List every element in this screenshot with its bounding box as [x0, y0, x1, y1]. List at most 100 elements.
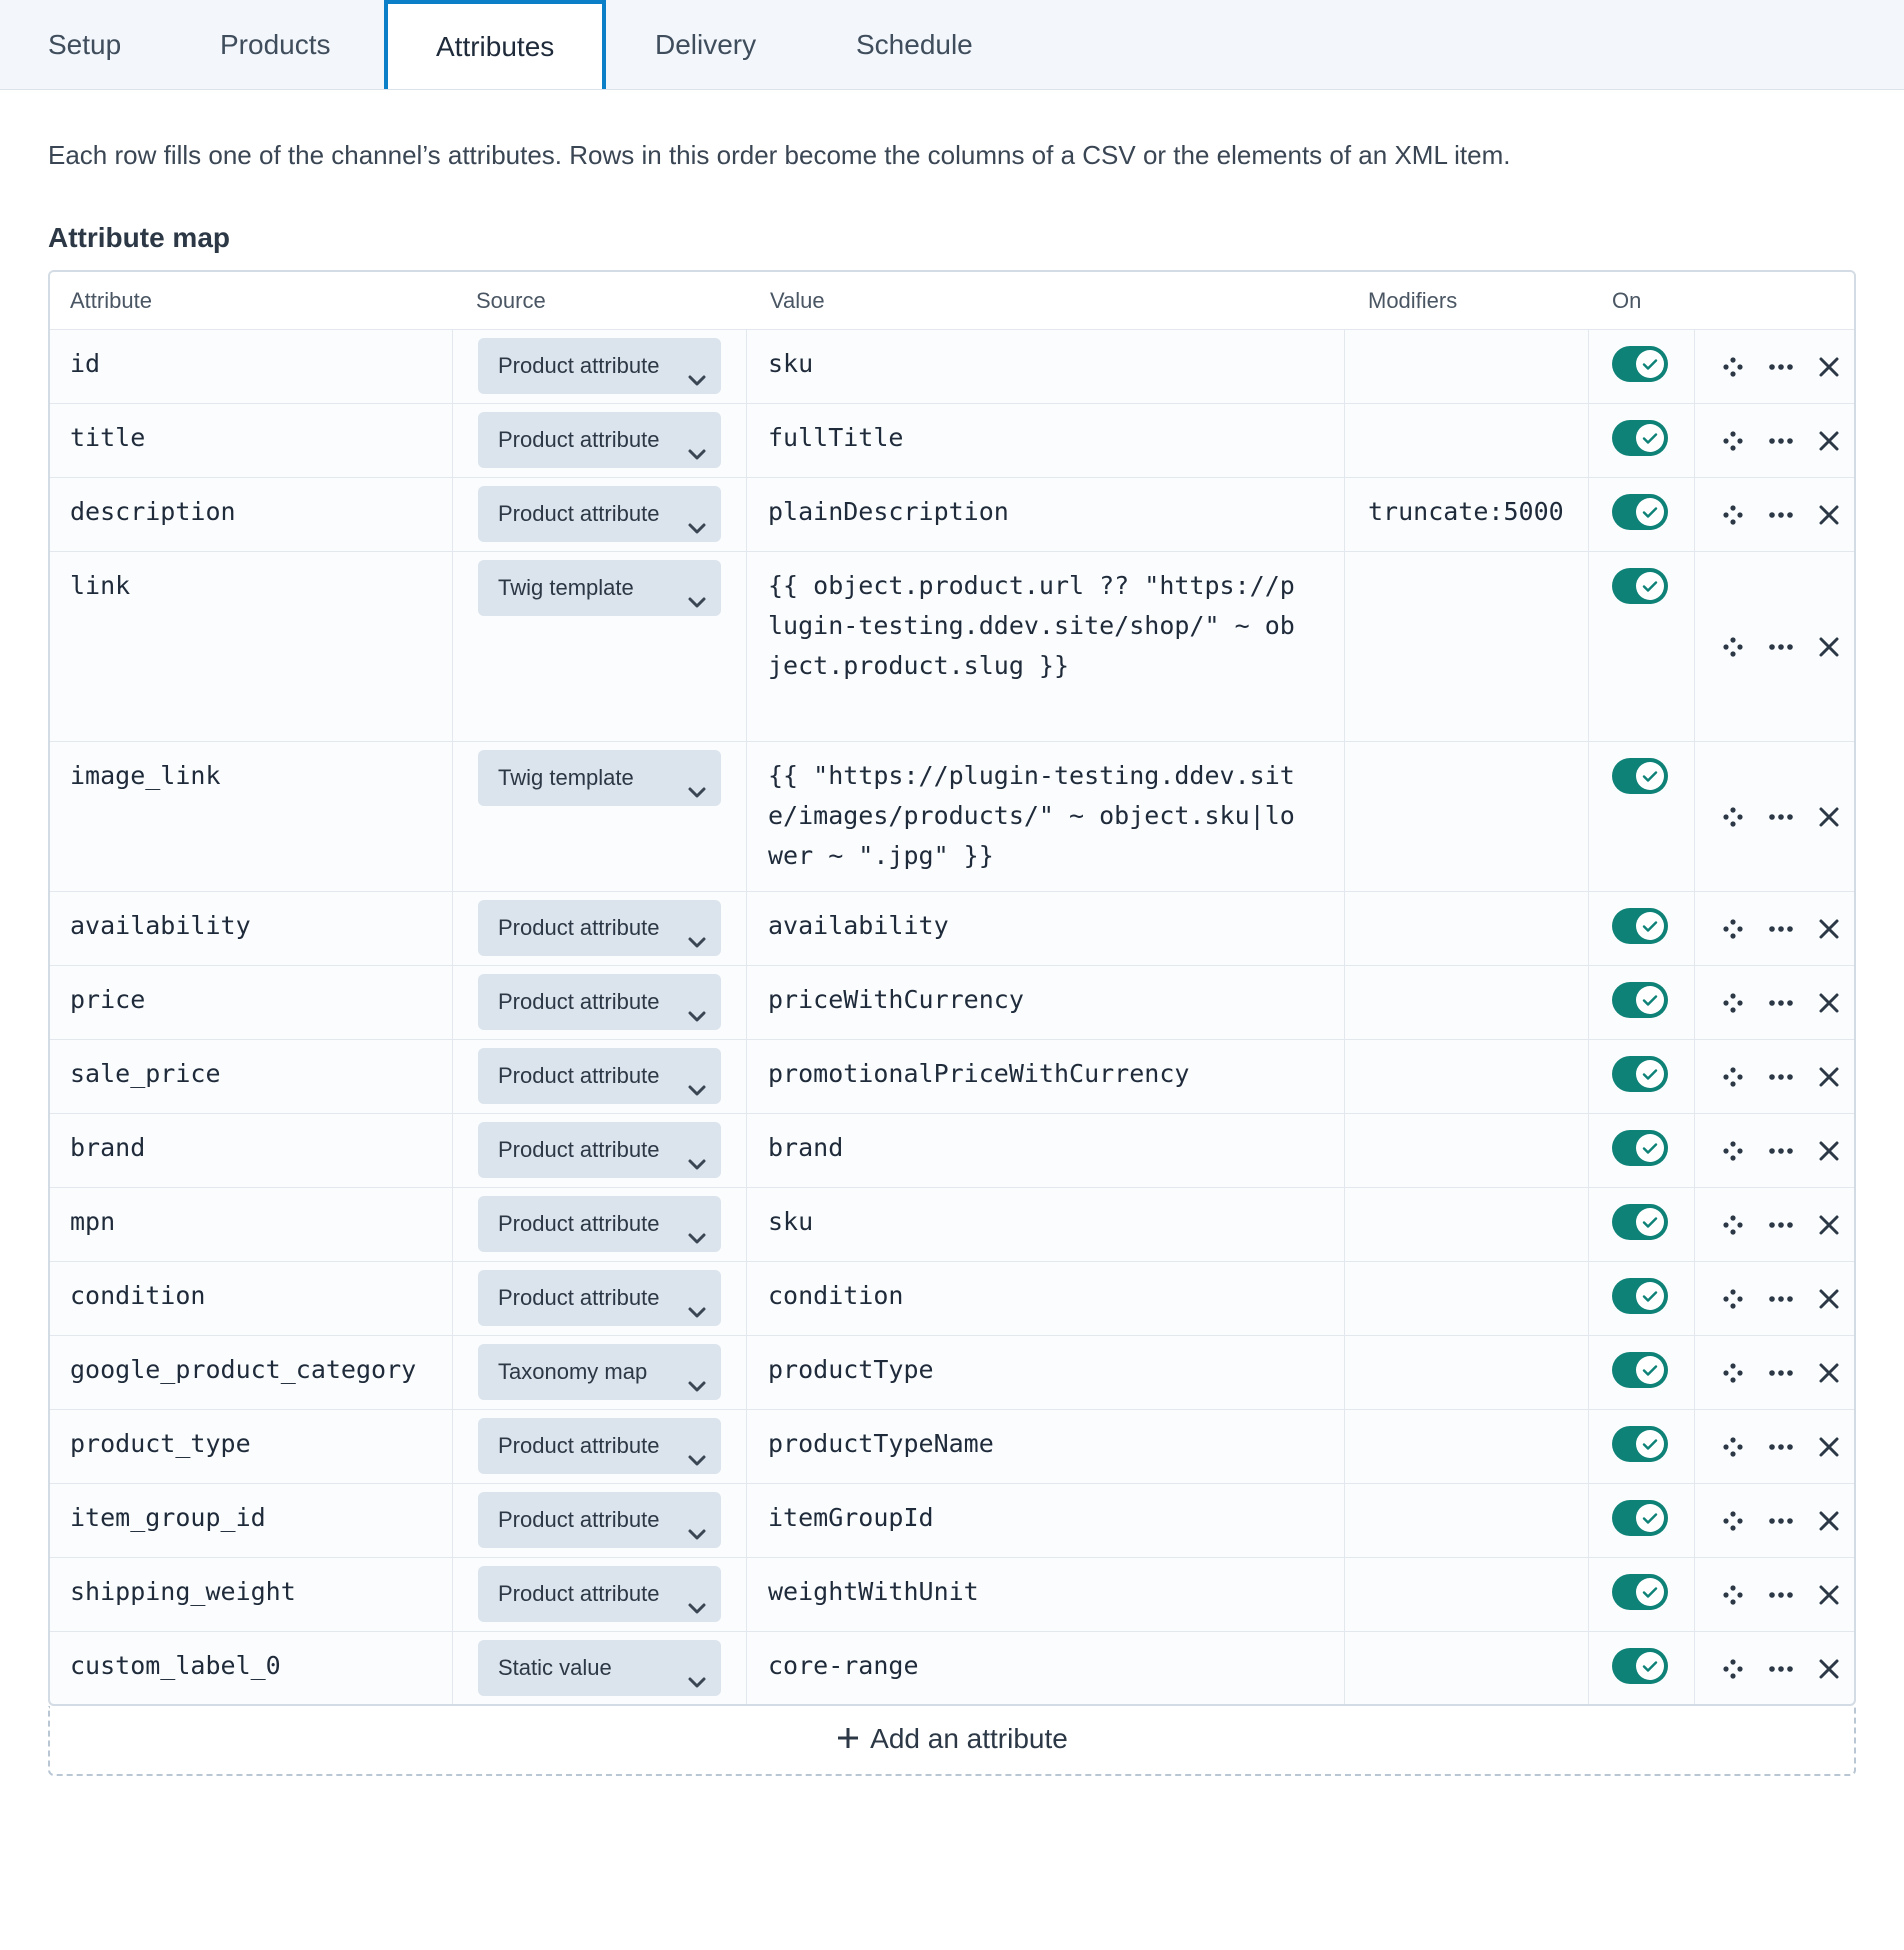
close-icon[interactable]: [1814, 352, 1844, 382]
attribute-value[interactable]: promotionalPriceWithCurrency: [768, 1040, 1308, 1094]
drag-handle-icon[interactable]: [1718, 1580, 1748, 1610]
source-select[interactable]: Taxonomy map: [478, 1344, 721, 1400]
close-icon[interactable]: [1814, 1358, 1844, 1388]
attribute-value[interactable]: fullTitle: [768, 404, 1308, 458]
enabled-toggle[interactable]: [1612, 982, 1668, 1018]
enabled-toggle[interactable]: [1612, 1352, 1668, 1388]
more-icon[interactable]: [1766, 1432, 1796, 1462]
attribute-value[interactable]: productTypeName: [768, 1410, 1308, 1464]
more-icon[interactable]: [1766, 914, 1796, 944]
enabled-toggle[interactable]: [1612, 908, 1668, 944]
close-icon[interactable]: [1814, 632, 1844, 662]
drag-handle-icon[interactable]: [1718, 988, 1748, 1018]
enabled-toggle[interactable]: [1612, 1426, 1668, 1462]
close-icon[interactable]: [1814, 1062, 1844, 1092]
drag-handle-icon[interactable]: [1718, 352, 1748, 382]
drag-handle-icon[interactable]: [1718, 802, 1748, 832]
attribute-value[interactable]: core-range: [768, 1632, 1308, 1686]
drag-handle-icon[interactable]: [1718, 1654, 1748, 1684]
more-icon[interactable]: [1766, 426, 1796, 456]
enabled-toggle[interactable]: [1612, 420, 1668, 456]
drag-handle-icon[interactable]: [1718, 1358, 1748, 1388]
attribute-value[interactable]: itemGroupId: [768, 1484, 1308, 1538]
source-select[interactable]: Twig template: [478, 750, 721, 806]
more-icon[interactable]: [1766, 1580, 1796, 1610]
close-icon[interactable]: [1814, 1654, 1844, 1684]
enabled-toggle[interactable]: [1612, 758, 1668, 794]
source-select[interactable]: Static value: [478, 1640, 721, 1696]
attribute-value[interactable]: condition: [768, 1262, 1308, 1316]
attribute-value[interactable]: weightWithUnit: [768, 1558, 1308, 1612]
enabled-toggle[interactable]: [1612, 494, 1668, 530]
drag-handle-icon[interactable]: [1718, 426, 1748, 456]
drag-handle-icon[interactable]: [1718, 1432, 1748, 1462]
enabled-toggle[interactable]: [1612, 1130, 1668, 1166]
drag-handle-icon[interactable]: [1718, 914, 1748, 944]
attribute-value[interactable]: sku: [768, 330, 1308, 384]
attribute-value[interactable]: availability: [768, 892, 1308, 946]
enabled-toggle[interactable]: [1612, 1278, 1668, 1314]
source-select[interactable]: Product attribute: [478, 412, 721, 468]
attribute-value[interactable]: sku: [768, 1188, 1308, 1242]
more-icon[interactable]: [1766, 632, 1796, 662]
close-icon[interactable]: [1814, 1506, 1844, 1536]
source-select[interactable]: Product attribute: [478, 1122, 721, 1178]
more-icon[interactable]: [1766, 500, 1796, 530]
source-select[interactable]: Product attribute: [478, 1418, 721, 1474]
tab-setup[interactable]: Setup: [0, 0, 169, 90]
drag-handle-icon[interactable]: [1718, 1284, 1748, 1314]
enabled-toggle[interactable]: [1612, 1648, 1668, 1684]
enabled-toggle[interactable]: [1612, 1056, 1668, 1092]
attribute-value[interactable]: {{ object.product.url ?? "https://plugin…: [768, 552, 1308, 686]
close-icon[interactable]: [1814, 1136, 1844, 1166]
drag-handle-icon[interactable]: [1718, 1506, 1748, 1536]
close-icon[interactable]: [1814, 1432, 1844, 1462]
enabled-toggle[interactable]: [1612, 1500, 1668, 1536]
attribute-value[interactable]: plainDescription: [768, 478, 1308, 532]
source-select[interactable]: Product attribute: [478, 486, 721, 542]
more-icon[interactable]: [1766, 1358, 1796, 1388]
drag-handle-icon[interactable]: [1718, 1210, 1748, 1240]
attribute-value[interactable]: productType: [768, 1336, 1308, 1390]
attribute-value[interactable]: priceWithCurrency: [768, 966, 1308, 1020]
source-select[interactable]: Product attribute: [478, 1196, 721, 1252]
close-icon[interactable]: [1814, 914, 1844, 944]
enabled-toggle[interactable]: [1612, 346, 1668, 382]
source-select[interactable]: Product attribute: [478, 1492, 721, 1548]
source-select[interactable]: Product attribute: [478, 900, 721, 956]
source-select[interactable]: Product attribute: [478, 1270, 721, 1326]
tab-attributes[interactable]: Attributes: [384, 0, 607, 89]
attribute-value[interactable]: brand: [768, 1114, 1308, 1168]
attribute-modifiers[interactable]: truncate:5000: [1368, 478, 1564, 532]
add-attribute-button[interactable]: Add an attribute: [48, 1706, 1856, 1776]
tab-delivery[interactable]: Delivery: [607, 0, 804, 90]
source-select[interactable]: Product attribute: [478, 1566, 721, 1622]
more-icon[interactable]: [1766, 352, 1796, 382]
drag-handle-icon[interactable]: [1718, 1136, 1748, 1166]
drag-handle-icon[interactable]: [1718, 632, 1748, 662]
source-select[interactable]: Product attribute: [478, 338, 721, 394]
enabled-toggle[interactable]: [1612, 1574, 1668, 1610]
more-icon[interactable]: [1766, 988, 1796, 1018]
source-select[interactable]: Product attribute: [478, 974, 721, 1030]
close-icon[interactable]: [1814, 1580, 1844, 1610]
more-icon[interactable]: [1766, 1210, 1796, 1240]
enabled-toggle[interactable]: [1612, 1204, 1668, 1240]
close-icon[interactable]: [1814, 1210, 1844, 1240]
more-icon[interactable]: [1766, 1062, 1796, 1092]
more-icon[interactable]: [1766, 1284, 1796, 1314]
tab-schedule[interactable]: Schedule: [808, 0, 1021, 90]
enabled-toggle[interactable]: [1612, 568, 1668, 604]
more-icon[interactable]: [1766, 802, 1796, 832]
more-icon[interactable]: [1766, 1136, 1796, 1166]
drag-handle-icon[interactable]: [1718, 1062, 1748, 1092]
source-select[interactable]: Twig template: [478, 560, 721, 616]
drag-handle-icon[interactable]: [1718, 500, 1748, 530]
close-icon[interactable]: [1814, 802, 1844, 832]
tab-products[interactable]: Products: [172, 0, 379, 90]
more-icon[interactable]: [1766, 1654, 1796, 1684]
source-select[interactable]: Product attribute: [478, 1048, 721, 1104]
more-icon[interactable]: [1766, 1506, 1796, 1536]
attribute-value[interactable]: {{ "https://plugin-testing.ddev.site/ima…: [768, 742, 1308, 876]
close-icon[interactable]: [1814, 426, 1844, 456]
